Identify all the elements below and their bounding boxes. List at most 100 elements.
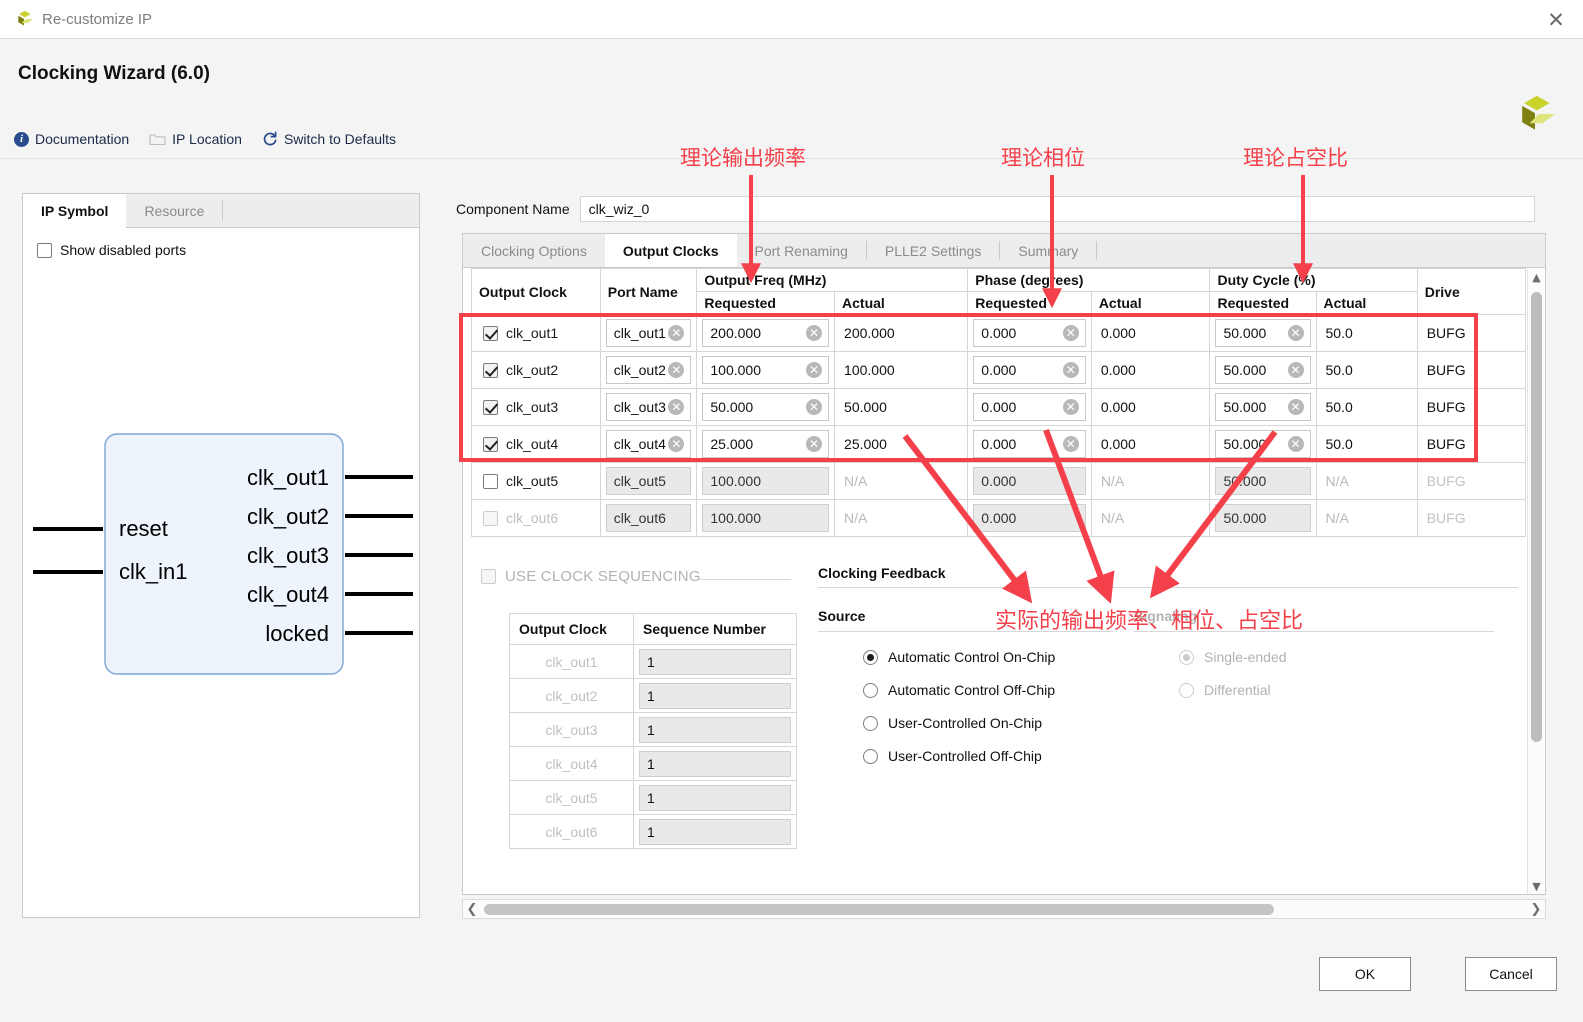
clear-icon[interactable]: ✕: [1287, 399, 1304, 415]
enable-checkbox-clk_out5[interactable]: [483, 473, 498, 489]
cell-phase-requested[interactable]: 0.000: [967, 499, 1092, 537]
cell-drive[interactable]: BUFG: [1416, 351, 1527, 389]
show-disabled-ports-checkbox[interactable]: [37, 242, 52, 258]
cell-phase-requested[interactable]: 0.000 ✕: [967, 314, 1092, 352]
cancel-button[interactable]: Cancel: [1465, 957, 1557, 991]
use-clock-sequencing-checkbox[interactable]: [481, 569, 496, 584]
cell-output-clock[interactable]: clk_out3: [471, 388, 601, 426]
radio-icon[interactable]: [863, 715, 878, 731]
feedback-signaling-option[interactable]: Differential: [1134, 682, 1494, 698]
cell-drive[interactable]: BUFG: [1416, 388, 1527, 426]
radio-icon[interactable]: [863, 649, 878, 665]
phase-requested-input-clk_out3[interactable]: 0.000 ✕: [973, 393, 1086, 421]
cell-drive[interactable]: BUFG: [1416, 499, 1527, 537]
cell-output-clock[interactable]: clk_out2: [471, 351, 601, 389]
duty-requested-input-clk_out4[interactable]: 50.000 ✕: [1215, 430, 1311, 458]
cell-phase-requested[interactable]: 0.000 ✕: [967, 425, 1092, 463]
freq-requested-input-clk_out5[interactable]: 100.000: [702, 467, 830, 495]
cell-freq-requested[interactable]: 100.000: [696, 499, 836, 537]
feedback-source-option[interactable]: User-Controlled Off-Chip: [818, 748, 1134, 764]
component-name-input[interactable]: clk_wiz_0: [579, 196, 1535, 222]
seq-cell-number[interactable]: 1: [633, 780, 797, 815]
enable-checkbox-clk_out3[interactable]: [483, 399, 498, 415]
cell-freq-requested[interactable]: 50.000 ✕: [696, 388, 836, 426]
cell-duty-requested[interactable]: 50.000 ✕: [1209, 314, 1317, 352]
cell-duty-requested[interactable]: 50.000: [1209, 499, 1317, 537]
tab-summary[interactable]: Summary: [1000, 234, 1096, 267]
duty-requested-input-clk_out3[interactable]: 50.000 ✕: [1215, 393, 1311, 421]
horizontal-scroll-thumb[interactable]: [484, 904, 1274, 915]
clear-icon[interactable]: ✕: [1062, 436, 1079, 452]
seq-number-input-clk_out5[interactable]: 1: [639, 784, 791, 811]
enable-checkbox-clk_out2[interactable]: [483, 362, 498, 378]
cell-port-name[interactable]: clk_out5: [599, 462, 698, 500]
ip-location-button[interactable]: IP Location: [149, 131, 242, 147]
cell-port-name[interactable]: clk_out3 ✕: [599, 388, 698, 426]
cell-output-clock[interactable]: clk_out6: [471, 499, 601, 537]
cell-duty-requested[interactable]: 50.000 ✕: [1209, 425, 1317, 463]
port-name-input-clk_out5[interactable]: clk_out5: [605, 467, 692, 495]
seq-cell-number[interactable]: 1: [633, 644, 797, 679]
cell-output-clock[interactable]: clk_out1: [471, 314, 601, 352]
clear-icon[interactable]: ✕: [1062, 362, 1079, 378]
phase-requested-input-clk_out6[interactable]: 0.000: [973, 504, 1086, 532]
cell-freq-requested[interactable]: 100.000: [696, 462, 836, 500]
enable-checkbox-clk_out4[interactable]: [483, 436, 498, 452]
scroll-left-icon[interactable]: ❮: [463, 900, 481, 918]
cell-drive[interactable]: BUFG: [1416, 425, 1527, 463]
clear-icon[interactable]: ✕: [806, 436, 823, 452]
cell-output-clock[interactable]: clk_out5: [471, 462, 601, 500]
seq-cell-number[interactable]: 1: [633, 678, 797, 713]
tab-ip-symbol[interactable]: IP Symbol: [23, 194, 127, 228]
seq-number-input-clk_out2[interactable]: 1: [639, 682, 791, 709]
documentation-button[interactable]: i Documentation: [14, 131, 129, 147]
cell-port-name[interactable]: clk_out2 ✕: [599, 351, 698, 389]
seq-cell-number[interactable]: 1: [633, 712, 797, 747]
feedback-source-option[interactable]: Automatic Control On-Chip: [818, 649, 1134, 665]
seq-number-input-clk_out4[interactable]: 1: [639, 750, 791, 777]
clear-icon[interactable]: ✕: [668, 436, 685, 452]
freq-requested-input-clk_out1[interactable]: 200.000 ✕: [702, 319, 830, 347]
cell-port-name[interactable]: clk_out1 ✕: [599, 314, 698, 352]
cell-duty-requested[interactable]: 50.000: [1209, 462, 1317, 500]
clear-icon[interactable]: ✕: [806, 362, 823, 378]
port-name-input-clk_out4[interactable]: clk_out4 ✕: [605, 430, 692, 458]
phase-requested-input-clk_out5[interactable]: 0.000: [973, 467, 1086, 495]
radio-icon[interactable]: [863, 682, 878, 698]
clear-icon[interactable]: ✕: [806, 399, 823, 415]
freq-requested-input-clk_out3[interactable]: 50.000 ✕: [702, 393, 830, 421]
freq-requested-input-clk_out4[interactable]: 25.000 ✕: [702, 430, 830, 458]
enable-checkbox-clk_out6[interactable]: [483, 510, 498, 526]
tab-clocking-options[interactable]: Clocking Options: [463, 234, 605, 267]
feedback-source-option[interactable]: User-Controlled On-Chip: [818, 715, 1134, 731]
vertical-scroll-thumb[interactable]: [1531, 292, 1542, 742]
cell-phase-requested[interactable]: 0.000: [967, 462, 1092, 500]
use-clock-sequencing-row[interactable]: USE CLOCK SEQUENCING: [481, 568, 797, 585]
show-disabled-ports-row[interactable]: Show disabled ports: [37, 242, 419, 258]
close-icon[interactable]: ✕: [1543, 8, 1569, 32]
tab-port-renaming[interactable]: Port Renaming: [737, 234, 866, 267]
seq-cell-number[interactable]: 1: [633, 746, 797, 781]
phase-requested-input-clk_out2[interactable]: 0.000 ✕: [973, 356, 1086, 384]
cell-freq-requested[interactable]: 25.000 ✕: [696, 425, 836, 463]
scroll-down-icon[interactable]: ▼: [1528, 878, 1545, 894]
seq-number-input-clk_out3[interactable]: 1: [639, 716, 791, 743]
tab-output-clocks[interactable]: Output Clocks: [604, 234, 737, 267]
scroll-right-icon[interactable]: ❯: [1527, 900, 1545, 918]
feedback-source-option[interactable]: Automatic Control Off-Chip: [818, 682, 1134, 698]
horizontal-scrollbar[interactable]: ❮ ❯: [462, 899, 1546, 919]
duty-requested-input-clk_out1[interactable]: 50.000 ✕: [1215, 319, 1311, 347]
clear-icon[interactable]: ✕: [1287, 325, 1304, 341]
cell-output-clock[interactable]: clk_out4: [471, 425, 601, 463]
duty-requested-input-clk_out6[interactable]: 50.000: [1215, 504, 1311, 532]
radio-icon[interactable]: [1179, 682, 1194, 698]
clear-icon[interactable]: ✕: [668, 362, 685, 378]
cell-phase-requested[interactable]: 0.000 ✕: [967, 351, 1092, 389]
cell-port-name[interactable]: clk_out4 ✕: [599, 425, 698, 463]
cell-freq-requested[interactable]: 200.000 ✕: [696, 314, 836, 352]
clear-icon[interactable]: ✕: [1287, 436, 1304, 452]
radio-icon[interactable]: [1179, 649, 1194, 665]
cell-drive[interactable]: BUFG: [1416, 462, 1527, 500]
freq-requested-input-clk_out2[interactable]: 100.000 ✕: [702, 356, 830, 384]
phase-requested-input-clk_out1[interactable]: 0.000 ✕: [973, 319, 1086, 347]
